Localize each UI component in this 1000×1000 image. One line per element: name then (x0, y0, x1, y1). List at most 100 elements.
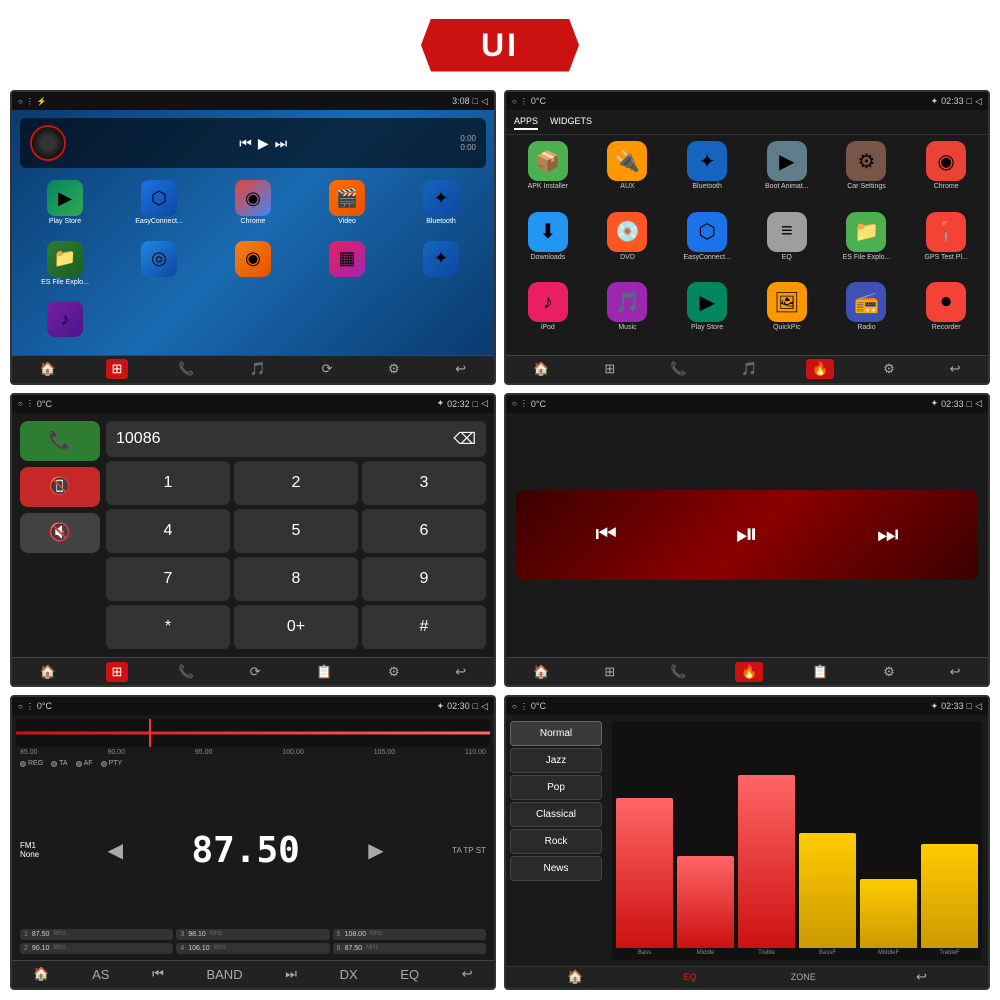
radio-preset-item[interactable]: 398.10MHz (176, 929, 329, 940)
home-nav[interactable]: 🏠 (34, 359, 62, 379)
settings-nav-4[interactable]: ⚙ (877, 662, 901, 682)
radio-preset-item[interactable]: 187.50MHz (20, 929, 173, 940)
home-nav-6[interactable]: 🏠 (561, 967, 589, 987)
bt-nav-4[interactable]: 📋 (806, 662, 834, 682)
apps-nav[interactable]: ⊞ (106, 359, 129, 379)
bt-nav-2[interactable]: 🔥 (806, 359, 834, 379)
media-nav-2[interactable]: 🎵 (735, 359, 763, 379)
radio-preset-item[interactable]: 290.10MHz (20, 943, 173, 954)
radio-preset-item[interactable]: 4106.10MHz (176, 943, 329, 954)
drawer-app-item[interactable]: 💿DVD (590, 212, 666, 279)
tab-apps[interactable]: APPS (514, 114, 538, 130)
app-item[interactable]: ⬡EasyConnect... (114, 180, 204, 237)
call-btn[interactable]: 📞 (20, 421, 100, 461)
app-item[interactable]: 🎬Video (302, 180, 392, 237)
freq-down-btn[interactable]: ◀ (108, 838, 123, 863)
play-btn[interactable]: ▶ (258, 135, 269, 152)
app-item[interactable]: ▦ (302, 241, 392, 298)
bt-nav-3[interactable]: 📋 (310, 662, 338, 682)
eq-preset-item[interactable]: Pop (510, 775, 602, 800)
drawer-app-item[interactable]: ≡EQ (749, 212, 825, 279)
dial-key[interactable]: # (362, 605, 486, 649)
back-nav-4[interactable]: ↩ (944, 662, 967, 682)
back-nav-5[interactable]: ↩ (456, 964, 479, 984)
back-nav-3[interactable]: ↩ (449, 662, 472, 682)
app-item[interactable]: ♪ (20, 301, 110, 351)
mp-prev-btn[interactable]: ⏮ (595, 521, 617, 549)
back-nav-2[interactable]: ↩ (944, 359, 967, 379)
drawer-app-item[interactable]: ⬇Downloads (510, 212, 586, 279)
eq-preset-item[interactable]: Normal (510, 721, 602, 746)
app-item[interactable]: ▶Play Store (20, 180, 110, 237)
radio-preset-item[interactable]: 687.50MHz (333, 943, 486, 954)
drawer-app-item[interactable]: ✦Bluetooth (669, 141, 745, 208)
drawer-app-item[interactable]: 📦APK Installer (510, 141, 586, 208)
drawer-app-item[interactable]: 🔌AUX (590, 141, 666, 208)
tab-widgets[interactable]: WIDGETS (550, 114, 592, 130)
as-nav[interactable]: AS (86, 965, 115, 984)
radio-preset-item[interactable]: 5108.00MHz (333, 929, 486, 940)
phone-nav-4[interactable]: 📞 (664, 662, 692, 682)
apps-nav-3[interactable]: ⊞ (106, 662, 129, 682)
home-nav-2[interactable]: 🏠 (527, 359, 555, 379)
prev-btn[interactable]: ⏮ (239, 135, 252, 152)
drawer-app-item[interactable]: ▶Play Store (669, 282, 745, 349)
bt-nav[interactable]: ⟳ (316, 359, 339, 379)
home-nav-4[interactable]: 🏠 (527, 662, 555, 682)
eq-preset-item[interactable]: Jazz (510, 748, 602, 773)
drawer-app-item[interactable]: ⚙Car Settings (829, 141, 905, 208)
app-item[interactable]: ✦ (396, 241, 486, 298)
app-item[interactable]: ◎ (114, 241, 204, 298)
media-nav-3[interactable]: ⟳ (244, 662, 267, 682)
eq-preset-item[interactable]: Rock (510, 829, 602, 854)
drawer-app-item[interactable]: ◉Chrome (908, 141, 984, 208)
phone-nav-2[interactable]: 📞 (664, 359, 692, 379)
eq-preset-item[interactable]: Classical (510, 802, 602, 827)
dial-key[interactable]: 7 (106, 557, 230, 601)
dial-key[interactable]: 9 (362, 557, 486, 601)
media-nav-4[interactable]: 🔥 (735, 662, 763, 682)
next-nav-5[interactable]: ⏭ (279, 964, 303, 984)
phone-nav-3[interactable]: 📞 (172, 662, 200, 682)
back-nav[interactable]: ↩ (449, 359, 472, 379)
drawer-app-item[interactable]: ♪iPod (510, 282, 586, 349)
settings-nav-3[interactable]: ⚙ (382, 662, 406, 682)
drawer-app-item[interactable]: ▶Boot Animat... (749, 141, 825, 208)
prev-nav-5[interactable]: ⏮ (146, 964, 170, 984)
settings-nav[interactable]: ⚙ (382, 359, 406, 379)
app-item[interactable]: 📁ES File Explo... (20, 241, 110, 298)
mp-next-btn[interactable]: ⏭ (877, 521, 899, 549)
mute-btn[interactable]: 🔇 (20, 513, 100, 553)
app-item[interactable]: ✦Bluetooth (396, 180, 486, 237)
drawer-app-item[interactable]: ⏺Recorder (908, 282, 984, 349)
drawer-app-item[interactable]: 🎵Music (590, 282, 666, 349)
media-nav[interactable]: 🎵 (244, 359, 272, 379)
dial-key[interactable]: * (106, 605, 230, 649)
drawer-app-item[interactable]: ⬡EasyConnect... (669, 212, 745, 279)
drawer-app-item[interactable]: 📍GPS Test Pl... (908, 212, 984, 279)
drawer-app-item[interactable]: 🖼QuickPic (749, 282, 825, 349)
drawer-app-item[interactable]: 📻Radio (829, 282, 905, 349)
app-item[interactable]: ◉Chrome (208, 180, 298, 237)
dial-key[interactable]: 2 (234, 461, 358, 505)
next-btn[interactable]: ⏭ (275, 135, 288, 152)
backspace-btn[interactable]: ⌫ (453, 429, 476, 449)
eq-preset-item[interactable]: News (510, 856, 602, 881)
home-nav-5[interactable]: 🏠 (27, 964, 55, 984)
app-item[interactable]: ◉ (208, 241, 298, 298)
back-nav-6[interactable]: ↩ (910, 967, 933, 987)
dial-key[interactable]: 0+ (234, 605, 358, 649)
hangup-btn[interactable]: 📵 (20, 467, 100, 507)
apps-nav-4[interactable]: ⊞ (598, 662, 621, 682)
dial-key[interactable]: 8 (234, 557, 358, 601)
settings-nav-2[interactable]: ⚙ (877, 359, 901, 379)
phone-nav[interactable]: 📞 (172, 359, 200, 379)
band-nav[interactable]: BAND (200, 965, 248, 984)
dial-key[interactable]: 3 (362, 461, 486, 505)
dial-key[interactable]: 4 (106, 509, 230, 553)
apps-nav-2[interactable]: ⊞ (598, 359, 621, 379)
eq-nav-5[interactable]: EQ (394, 965, 425, 984)
home-nav-3[interactable]: 🏠 (34, 662, 62, 682)
freq-up-btn[interactable]: ▶ (368, 838, 383, 863)
dial-key[interactable]: 6 (362, 509, 486, 553)
